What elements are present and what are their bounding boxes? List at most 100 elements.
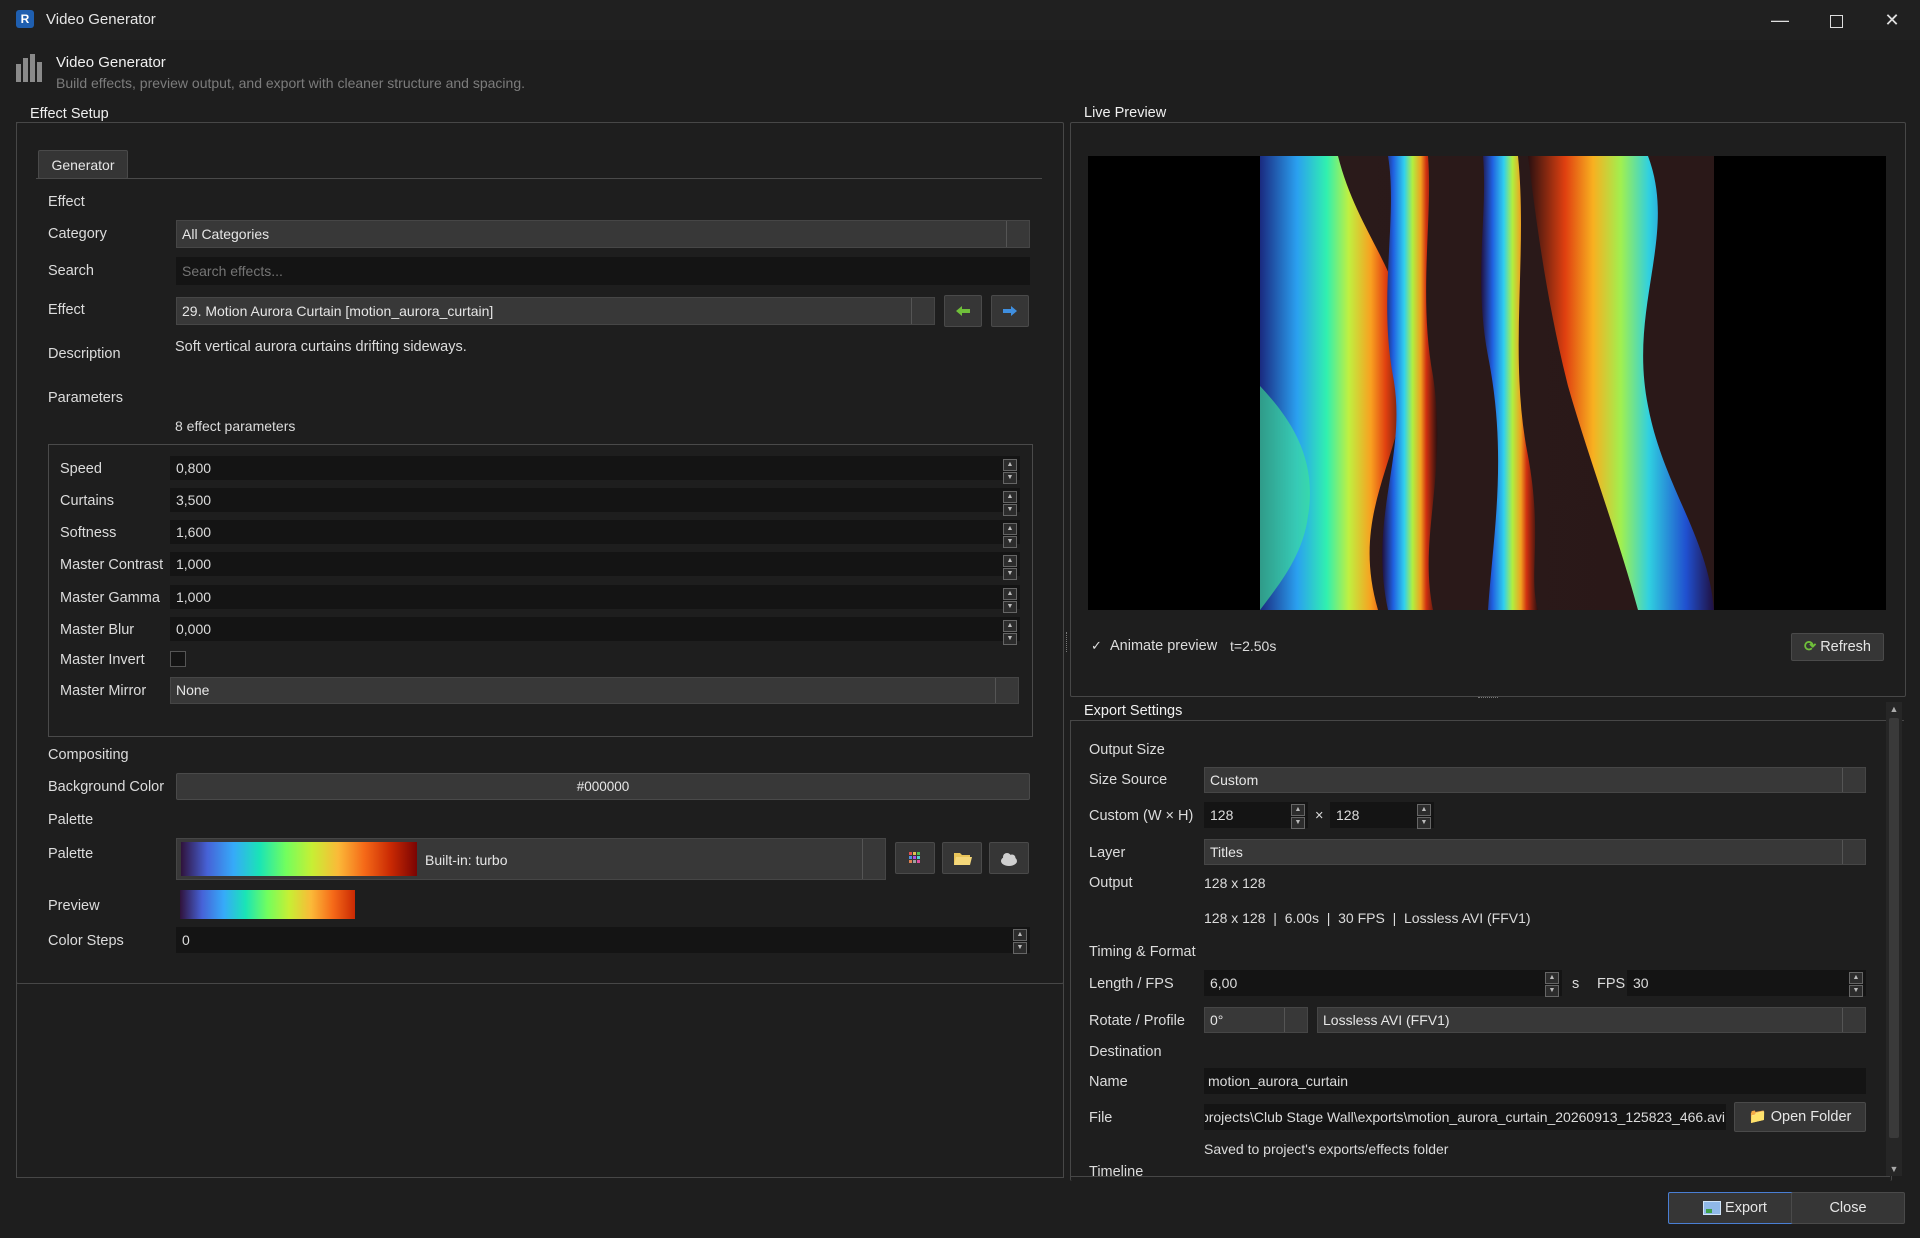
refresh-button[interactable]: ⟳ Refresh bbox=[1791, 633, 1884, 661]
chevron-down-icon bbox=[995, 678, 1018, 703]
file-path-field[interactable]: projects\Club Stage Wall\exports\motion_… bbox=[1204, 1104, 1726, 1130]
export-button[interactable]: Export bbox=[1668, 1192, 1802, 1224]
arrow-left-icon bbox=[956, 306, 970, 316]
fps-label: FPS bbox=[1597, 976, 1626, 992]
description-label: Description bbox=[48, 346, 121, 362]
chevron-down-icon bbox=[1284, 1008, 1307, 1032]
palette-grid-button[interactable] bbox=[895, 842, 935, 874]
background-color-label: Background Color bbox=[48, 779, 165, 795]
category-select[interactable]: All Categories bbox=[176, 220, 1030, 248]
layer-select[interactable]: Titles bbox=[1204, 839, 1866, 865]
spin-buttons[interactable]: ▲ ▼ bbox=[1417, 804, 1431, 829]
cloud-icon bbox=[1001, 853, 1017, 866]
chevron-down-icon bbox=[1842, 768, 1865, 792]
preview-canvas bbox=[1088, 156, 1886, 610]
master-invert-label: Master Invert bbox=[60, 652, 145, 668]
layer-label: Layer bbox=[1089, 845, 1126, 861]
maximize-icon[interactable] bbox=[1808, 0, 1864, 40]
spin-buttons[interactable]: ▲ ▼ bbox=[1849, 972, 1863, 997]
scroll-down-icon[interactable]: ▼ bbox=[1886, 1162, 1902, 1176]
color-steps-label: Color Steps bbox=[48, 933, 124, 949]
spin-buttons[interactable]: ▲ ▼ bbox=[1003, 555, 1017, 580]
width-spinbox[interactable]: 128 ▲ ▼ bbox=[1204, 802, 1308, 829]
next-effect-button[interactable] bbox=[991, 295, 1029, 327]
parameters-label: Parameters bbox=[48, 390, 123, 406]
export-bottom-border bbox=[1070, 1176, 1890, 1177]
master-invert-checkbox[interactable] bbox=[170, 651, 186, 667]
spin-buttons[interactable]: ▲ ▼ bbox=[1003, 491, 1017, 516]
effect-setup-title: Effect Setup bbox=[26, 106, 113, 122]
export-icon bbox=[1703, 1201, 1722, 1216]
timing-format-label: Timing & Format bbox=[1089, 944, 1196, 960]
palette-gradient bbox=[181, 842, 417, 876]
previous-effect-button[interactable] bbox=[944, 295, 982, 327]
palette-select[interactable]: Built-in: turbo bbox=[176, 838, 886, 880]
export-scrollbar[interactable]: ▲ ▼ bbox=[1886, 702, 1902, 1176]
layer-value: Titles bbox=[1210, 844, 1243, 860]
saved-note: Saved to project's exports/effects folde… bbox=[1204, 1141, 1449, 1157]
spin-buttons[interactable]: ▲ ▼ bbox=[1003, 588, 1017, 613]
param-label: Master Gamma bbox=[60, 590, 160, 606]
output-size-label: Output Size bbox=[1089, 742, 1165, 758]
close-icon[interactable]: ✕ bbox=[1864, 0, 1920, 40]
effect-label: Effect bbox=[48, 302, 85, 318]
chevron-down-icon bbox=[911, 298, 934, 324]
animate-preview-checkbox[interactable]: ✓ bbox=[1091, 639, 1104, 652]
parameters-count: 8 effect parameters bbox=[175, 418, 296, 434]
param-label: Softness bbox=[60, 525, 117, 541]
background-color-button[interactable]: #000000 bbox=[176, 773, 1030, 800]
header-title: Video Generator bbox=[56, 54, 166, 71]
size-source-select[interactable]: Custom bbox=[1204, 767, 1866, 793]
profile-select[interactable]: Lossless AVI (FFV1) bbox=[1317, 1007, 1866, 1033]
color-steps-value: 0 bbox=[182, 932, 190, 948]
search-input[interactable] bbox=[176, 257, 1030, 285]
param-value: 0,000 bbox=[176, 621, 212, 637]
master-gamma-spinbox[interactable]: 1,000 ▲ ▼ bbox=[170, 585, 1020, 613]
height-value: 128 bbox=[1336, 807, 1360, 823]
app-icon: R bbox=[16, 10, 34, 28]
description-value: Soft vertical aurora curtains drifting s… bbox=[175, 339, 467, 355]
close-button[interactable]: Close bbox=[1791, 1192, 1905, 1224]
tab-generator[interactable]: Generator bbox=[38, 150, 128, 179]
equalizer-icon bbox=[16, 54, 44, 82]
tab-bar-line bbox=[36, 178, 1042, 179]
live-preview-title: Live Preview bbox=[1080, 105, 1171, 121]
height-spinbox[interactable]: 128 ▲ ▼ bbox=[1330, 802, 1434, 829]
category-label: Category bbox=[48, 226, 107, 242]
color-steps-spinbox[interactable]: 0 ▲ ▼ bbox=[176, 927, 1030, 954]
rotate-select[interactable]: 0° bbox=[1204, 1007, 1308, 1033]
fps-spinbox[interactable]: 30 ▲ ▼ bbox=[1627, 970, 1866, 997]
palette-save-button[interactable] bbox=[989, 842, 1029, 874]
effect-section-label: Effect bbox=[48, 194, 85, 210]
rotate-profile-label: Rotate / Profile bbox=[1089, 1013, 1185, 1029]
name-input[interactable]: motion_aurora_curtain bbox=[1204, 1068, 1866, 1094]
palette-open-button[interactable] bbox=[942, 842, 982, 874]
palette-label: Palette bbox=[48, 846, 94, 862]
master-contrast-spinbox[interactable]: 1,000 ▲ ▼ bbox=[170, 552, 1020, 580]
spin-buttons[interactable]: ▲ ▼ bbox=[1003, 459, 1017, 484]
palette-value: Built-in: turbo bbox=[425, 852, 508, 868]
output-value: 128 x 128 bbox=[1204, 875, 1266, 891]
minimize-icon[interactable]: — bbox=[1752, 0, 1808, 40]
softness-spinbox[interactable]: 1,600 ▲ ▼ bbox=[170, 520, 1020, 548]
master-blur-spinbox[interactable]: 0,000 ▲ ▼ bbox=[170, 617, 1020, 645]
curtains-spinbox[interactable]: 3,500 ▲ ▼ bbox=[170, 488, 1020, 516]
scroll-thumb[interactable] bbox=[1889, 718, 1899, 1138]
file-path-value: projects\Club Stage Wall\exports\motion_… bbox=[1204, 1109, 1725, 1125]
search-label: Search bbox=[48, 263, 94, 279]
effect-select[interactable]: 29. Motion Aurora Curtain [motion_aurora… bbox=[176, 297, 935, 325]
scroll-up-icon[interactable]: ▲ bbox=[1886, 702, 1902, 716]
chevron-down-icon bbox=[1006, 221, 1029, 247]
open-folder-button[interactable]: 📁 Open Folder bbox=[1734, 1102, 1866, 1132]
speed-spinbox[interactable]: 0,800 ▲ ▼ bbox=[170, 456, 1020, 484]
export-summary: 128 x 128 | 6.00s | 30 FPS | Lossless AV… bbox=[1204, 910, 1531, 926]
custom-size-label: Custom (W × H) bbox=[1089, 808, 1194, 824]
master-mirror-select[interactable]: None bbox=[170, 677, 1019, 704]
length-spinbox[interactable]: 6,00 ▲ ▼ bbox=[1204, 970, 1562, 997]
spin-buttons[interactable]: ▲ ▼ bbox=[1291, 804, 1305, 829]
spin-buttons[interactable]: ▲ ▼ bbox=[1003, 523, 1017, 548]
spin-buttons[interactable]: ▲ ▼ bbox=[1013, 929, 1027, 954]
spin-buttons[interactable]: ▲ ▼ bbox=[1545, 972, 1559, 997]
refresh-icon: ⟳ bbox=[1804, 639, 1817, 655]
spin-buttons[interactable]: ▲ ▼ bbox=[1003, 620, 1017, 645]
